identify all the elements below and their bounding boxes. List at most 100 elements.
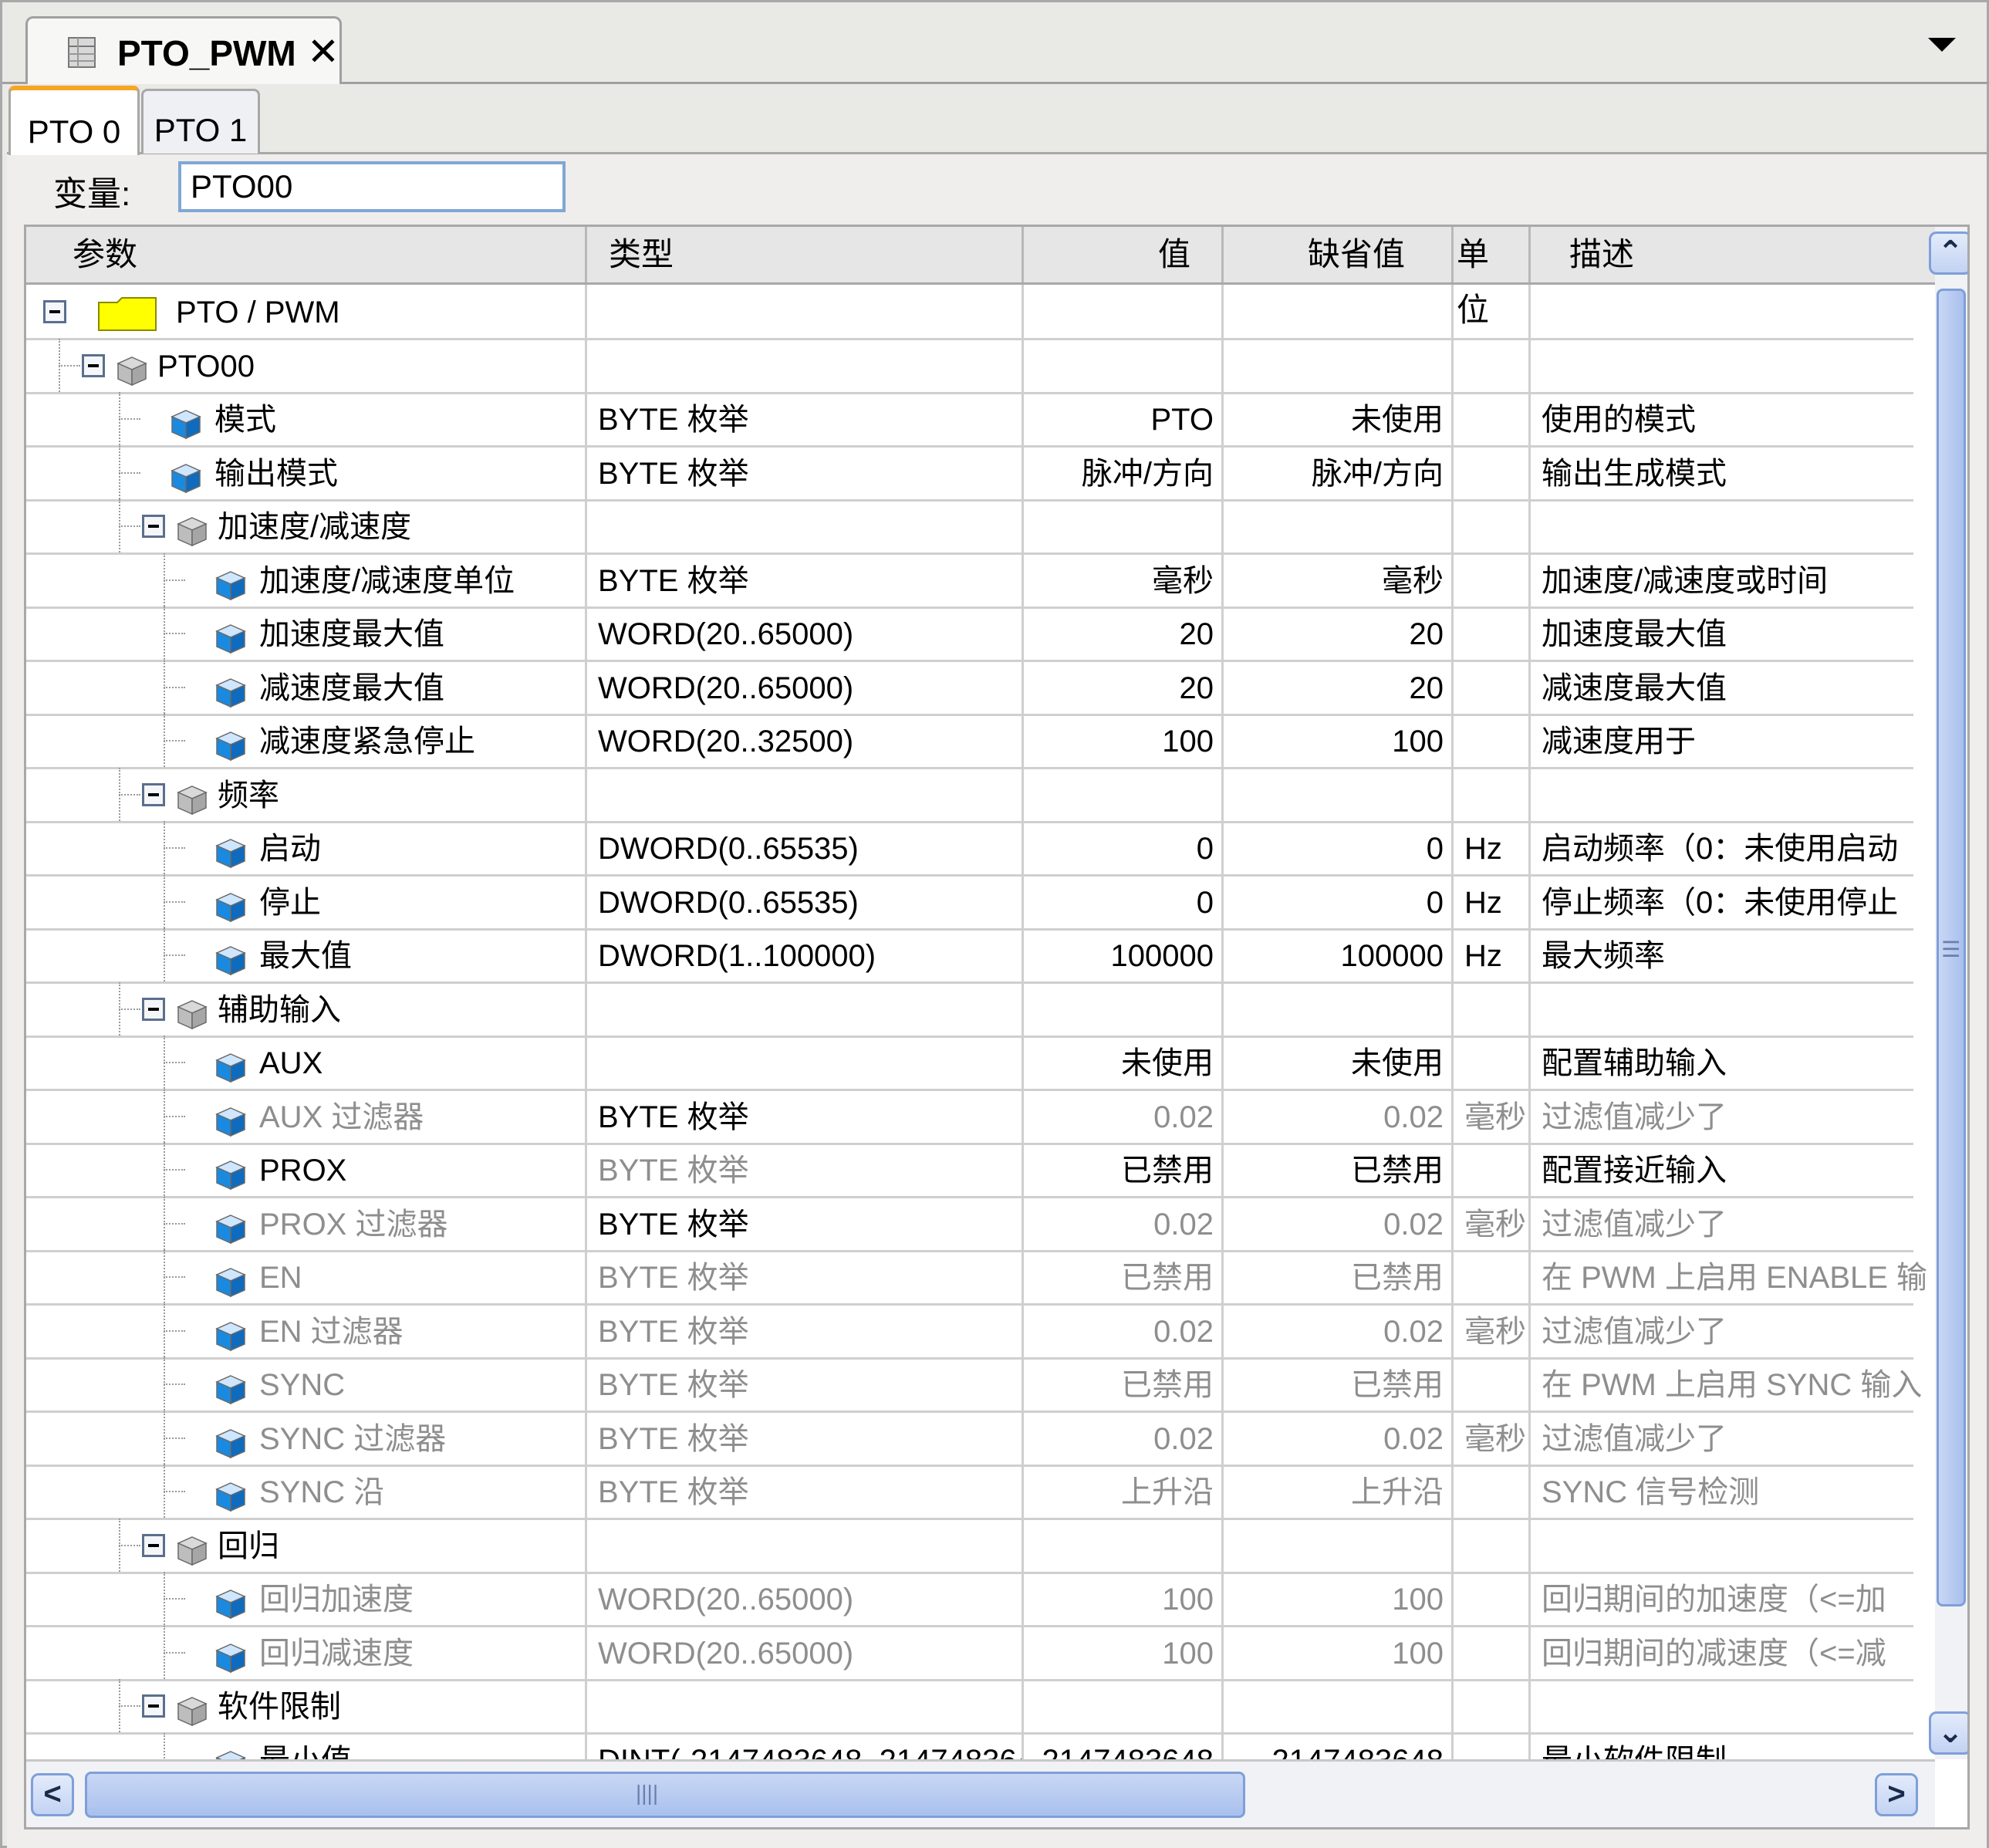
parameter-name: EN [259,1261,302,1295]
variable-input[interactable] [178,161,566,212]
table-row[interactable]: EN 过滤器 BYTE 枚举 0.02 0.02 毫秒 过滤值减少了 [26,1303,1913,1360]
table-row[interactable]: PROX 过滤器 BYTE 枚举 0.02 0.02 毫秒 过滤值减少了 [26,1196,1913,1252]
collapse-icon[interactable] [142,1694,165,1718]
col-header-param[interactable]: 参数 [26,227,587,282]
collapse-icon[interactable] [142,997,165,1021]
unit-cell [1454,660,1531,714]
table-row[interactable]: AUX 未使用 未使用 配置辅助输入 [26,1035,1913,1091]
collapse-icon[interactable] [142,1533,165,1557]
description-cell: 在 PWM 上启用 SYNC 输入 [1542,1368,1923,1402]
default-cell: 0.02 [1224,1089,1454,1143]
tree-connector [164,606,165,660]
table-row[interactable]: 回归加速度 WORD(20..65000) 100 100 回归期间的加速度（<=加 [26,1572,1913,1627]
description-cell: 过滤值减少了 [1542,1100,1727,1134]
table-row[interactable]: 减速度最大值 WORD(20..65000) 20 20 减速度最大值 [26,660,1913,716]
value-cell[interactable]: 脉冲/方向 [1024,445,1224,499]
parameter-cell: 减速度最大值 [26,660,587,714]
col-header-desc[interactable]: 描述 [1531,227,1935,282]
table-row[interactable]: 回归 [26,1518,1913,1574]
default-cell [1224,1518,1454,1572]
tree-connector [119,418,140,420]
table-row[interactable]: SYNC 沿 BYTE 枚举 上升沿 上升沿 SYNC 信号检测 [26,1465,1913,1520]
tree-connector [164,1357,165,1410]
parameter-cube-icon [214,832,247,869]
col-header-unit[interactable]: 单位 [1454,227,1531,328]
default-cell: 0.02 [1224,1410,1454,1465]
value-cell[interactable]: 0 [1024,821,1224,874]
value-cell[interactable]: 100 [1024,714,1224,767]
tab-pto-1[interactable]: PTO 1 [141,89,260,154]
table-row[interactable]: SYNC 过滤器 BYTE 枚举 0.02 0.02 毫秒 过滤值减少了 [26,1410,1913,1467]
value-cell[interactable]: 0.02 [1024,1089,1224,1143]
table-row[interactable]: 加速度/减速度单位 BYTE 枚举 毫秒 毫秒 加速度/减速度或时间 [26,552,1913,609]
table-row[interactable]: PTO / PWM [26,285,1913,340]
table-row[interactable]: 启动 DWORD(0..65535) 0 0 Hz 启动频率（0：未使用启动 [26,821,1913,877]
table-row[interactable]: 回归减速度 WORD(20..65000) 100 100 回归期间的减速度（<=减 [26,1625,1913,1681]
default-cell: 100 [1224,1625,1454,1679]
value-cell[interactable]: PTO [1024,392,1224,445]
table-row[interactable]: 辅助输入 [26,981,1913,1038]
table-row[interactable]: PROX BYTE 枚举 已禁用 已禁用 配置接近输入 [26,1143,1913,1198]
table-row[interactable]: PTO00 [26,338,1913,394]
parameter-name: 减速度最大值 [259,671,444,705]
value-cell[interactable]: 已禁用 [1024,1357,1224,1410]
collapse-icon[interactable] [142,515,165,538]
tree-connector [119,445,120,499]
tree-connector [119,1008,140,1010]
value-cell[interactable]: 毫秒 [1024,552,1224,606]
value-cell[interactable]: 已禁用 [1024,1250,1224,1303]
table-row[interactable]: 频率 [26,767,1913,823]
col-header-value[interactable]: 值 [1024,227,1224,282]
table-row[interactable]: AUX 过滤器 BYTE 枚举 0.02 0.02 毫秒 过滤值减少了 [26,1089,1913,1145]
value-cell[interactable]: 0.02 [1024,1196,1224,1250]
unit-cell: Hz [1454,874,1531,928]
collapse-icon[interactable] [142,782,165,806]
value-cell[interactable]: 0 [1024,874,1224,928]
parameter-name: 加速度/减速度单位 [259,563,515,598]
table-row[interactable]: 模式 BYTE 枚举 PTO 未使用 使用的模式 [26,392,1913,448]
parameter-cube-icon [214,725,247,762]
description-cell: 加速度最大值 [1542,617,1727,651]
table-row[interactable]: 加速度/减速度 [26,499,1913,555]
collapse-icon[interactable] [43,300,66,323]
value-cell[interactable]: 已禁用 [1024,1143,1224,1196]
table-row[interactable]: 最大值 DWORD(1..100000) 100000 100000 Hz 最大频率 [26,928,1913,984]
value-cell[interactable]: 100 [1024,1625,1224,1679]
tab-list-dropdown-icon[interactable] [1928,38,1956,52]
table-row[interactable]: EN BYTE 枚举 已禁用 已禁用在 PWM 上启用 ENABLE 输 [26,1250,1927,1306]
tree-connector [164,1465,165,1518]
collapse-icon[interactable] [82,353,105,377]
table-row[interactable]: 输出模式 BYTE 枚举 脉冲/方向 脉冲/方向 输出生成模式 [26,445,1913,502]
description-cell: 过滤值减少了 [1542,1207,1727,1242]
description-cell: 加速度/减速度或时间 [1542,563,1829,598]
scroll-right-button[interactable]: > [1875,1773,1918,1816]
value-cell [1024,499,1224,552]
value-cell[interactable]: 20 [1024,660,1224,714]
table-row[interactable]: 软件限制 [26,1679,1913,1735]
editor-tab-pto-pwm[interactable]: PTO_PWM ✕ [25,16,342,84]
value-cell[interactable]: 100 [1024,1572,1224,1625]
tab-pto-0[interactable]: PTO 0 [8,86,140,155]
col-header-type[interactable]: 类型 [587,227,1024,282]
value-cell[interactable]: 上升沿 [1024,1465,1224,1518]
value-cell[interactable]: 未使用 [1024,1035,1224,1089]
value-cell[interactable]: 0.02 [1024,1303,1224,1357]
table-row[interactable]: 加速度最大值 WORD(20..65000) 20 20 加速度最大值 [26,606,1913,662]
value-cell[interactable]: 20 [1024,606,1224,660]
value-cell[interactable]: 100000 [1024,928,1224,981]
scroll-left-button[interactable]: < [31,1773,74,1816]
horizontal-scroll-thumb[interactable] [85,1772,1245,1818]
value-cell[interactable]: 0.02 [1024,1410,1224,1465]
col-header-default[interactable]: 缺省值 [1224,227,1454,282]
table-row[interactable]: 减速度紧急停止 WORD(20..32500) 100 100 减速度用于 [26,714,1913,769]
parameter-cell: 辅助输入 [26,981,587,1035]
default-cell: 未使用 [1224,392,1454,445]
table-row[interactable]: SYNC BYTE 枚举 已禁用 已禁用在 PWM 上启用 SYNC 输入 [26,1357,1922,1413]
type-cell: WORD(20..65000) [587,660,1024,714]
close-icon[interactable]: ✕ [307,32,339,71]
tree-connector [119,525,140,527]
scroll-down-button[interactable]: ⌄ [1929,1711,1967,1755]
parameter-cell: AUX [26,1035,587,1089]
table-row[interactable]: 停止 DWORD(0..65535) 0 0 Hz 停止频率（0：未使用停止 [26,874,1913,931]
scroll-up-button[interactable]: ⌃ [1929,231,1967,275]
